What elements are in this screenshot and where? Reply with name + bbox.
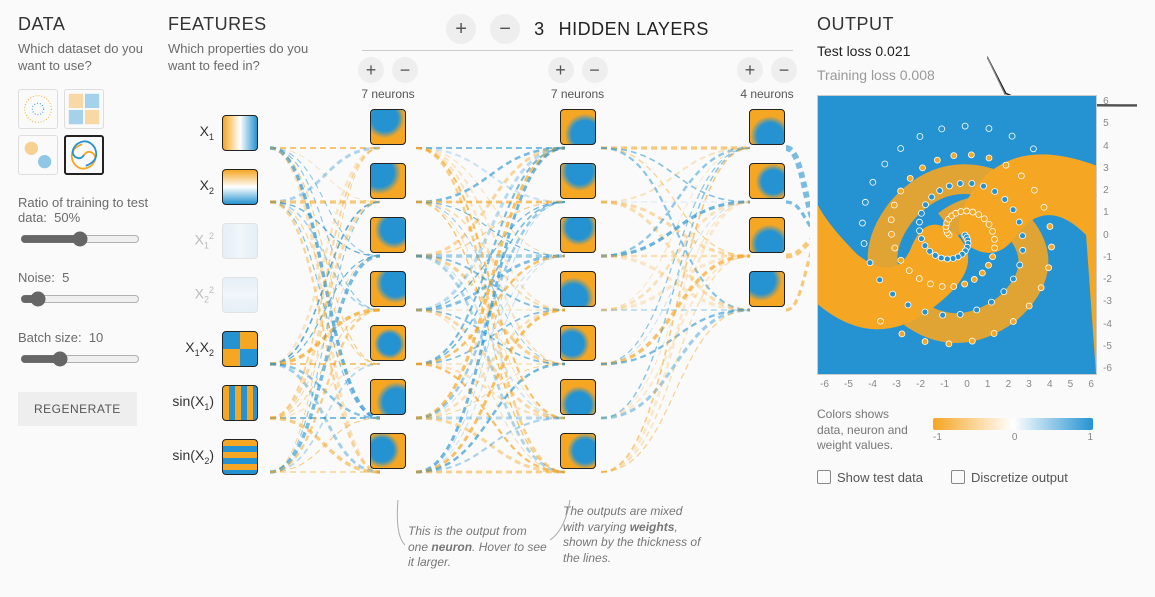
features-list: X1X2X12X22X1X2sin(X1)sin(X2) [168, 115, 338, 475]
feature-5: sin(X1) [168, 385, 338, 421]
hidden-layer-2: +− 4 neurons [737, 57, 797, 469]
color-gradient [933, 418, 1093, 430]
gradient-labels: -101 [933, 432, 1093, 443]
hidden-layers-rule [362, 50, 793, 51]
legend-text: Colors shows data, neuron and weight val… [817, 407, 917, 454]
neuron[interactable] [370, 109, 406, 145]
feature-6: sin(X2) [168, 439, 338, 475]
neuron[interactable] [560, 109, 596, 145]
feature-label: X1X2 [168, 339, 214, 358]
features-title: FEATURES [168, 14, 338, 35]
neuron[interactable] [749, 109, 785, 145]
noise-slider[interactable] [20, 291, 140, 307]
feature-0: X1 [168, 115, 338, 151]
neuron[interactable] [749, 163, 785, 199]
discretize-checkbox[interactable]: Discretize output [951, 470, 1068, 485]
feature-label: X12 [168, 231, 214, 250]
ratio-value: 50% [54, 210, 80, 225]
remove-neuron-button[interactable]: − [392, 57, 418, 83]
layer-caption: 7 neurons [551, 87, 604, 101]
feature-label: sin(X1) [168, 393, 214, 412]
feature-4: X1X2 [168, 331, 338, 367]
feature-node[interactable] [222, 331, 258, 367]
neuron[interactable] [560, 217, 596, 253]
feature-node[interactable] [222, 439, 258, 475]
add-neuron-button[interactable]: + [737, 57, 763, 83]
add-layer-button[interactable]: + [446, 14, 476, 44]
layer-caption: 4 neurons [740, 87, 793, 101]
noise-value: 5 [62, 270, 69, 285]
feature-3: X22 [168, 277, 338, 313]
callout-weights: The outputs are mixed with varying weigh… [563, 504, 703, 566]
hidden-layers-count: 3 [534, 19, 545, 40]
ratio-control: Ratio of training to test data: 50% [18, 195, 168, 250]
neuron[interactable] [370, 433, 406, 469]
dataset-xor[interactable] [64, 89, 104, 129]
feature-node[interactable] [222, 277, 258, 313]
feature-2: X12 [168, 223, 338, 259]
hidden-layers-label: HIDDEN LAYERS [559, 19, 709, 40]
feature-node[interactable] [222, 223, 258, 259]
neuron[interactable] [560, 163, 596, 199]
add-neuron-button[interactable]: + [548, 57, 574, 83]
remove-neuron-button[interactable]: − [771, 57, 797, 83]
dataset-gauss[interactable] [18, 135, 58, 175]
batch-label: Batch size: [18, 330, 82, 345]
feature-label: sin(X2) [168, 447, 214, 466]
noise-control: Noise: 5 [18, 270, 168, 310]
layers-row: +−7 neurons+−7 neurons+−4 neurons [338, 57, 817, 469]
output-title: OUTPUT [817, 14, 1137, 35]
neuron[interactable] [370, 379, 406, 415]
regenerate-button[interactable]: REGENERATE [18, 392, 137, 426]
add-neuron-button[interactable]: + [358, 57, 384, 83]
feature-label: X2 [168, 177, 214, 196]
neuron[interactable] [370, 271, 406, 307]
remove-layer-button[interactable]: − [490, 14, 520, 44]
batch-slider[interactable] [20, 351, 140, 367]
neuron[interactable] [370, 325, 406, 361]
feature-node[interactable] [222, 385, 258, 421]
neuron[interactable] [560, 379, 596, 415]
ratio-label: Ratio of training to test data: [18, 195, 148, 225]
x-axis-ticks: -6-5-4-3-2-10123456 [818, 379, 1096, 390]
feature-node[interactable] [222, 169, 258, 205]
layer-caption: 7 neurons [361, 87, 414, 101]
data-title: DATA [18, 14, 168, 35]
callout-neuron: This is the output from one neuron. Hove… [408, 524, 548, 571]
batch-value: 10 [89, 330, 103, 345]
hidden-layer-0: +− 7 neurons [358, 57, 418, 469]
data-subtitle: Which dataset do you want to use? [18, 41, 168, 75]
feature-label: X22 [168, 285, 214, 304]
batch-control: Batch size: 10 [18, 330, 168, 370]
neuron[interactable] [560, 271, 596, 307]
neuron[interactable] [370, 217, 406, 253]
noise-label: Noise: [18, 270, 55, 285]
remove-neuron-button[interactable]: − [582, 57, 608, 83]
dataset-spiral[interactable] [64, 135, 104, 175]
neuron[interactable] [370, 163, 406, 199]
feature-node[interactable] [222, 115, 258, 151]
neuron[interactable] [560, 433, 596, 469]
y-axis-ticks: 6543210-1-2-3-4-5-6 [1103, 96, 1112, 374]
output-heatmap[interactable]: -6-5-4-3-2-10123456 6543210-1-2-3-4-5-6 [817, 95, 1097, 375]
show-test-checkbox[interactable]: Show test data [817, 470, 923, 485]
feature-label: X1 [168, 123, 214, 142]
ratio-slider[interactable] [20, 231, 140, 247]
hidden-layer-1: +− 7 neurons [548, 57, 608, 469]
dataset-circle[interactable] [18, 89, 58, 129]
neuron[interactable] [749, 271, 785, 307]
neuron[interactable] [749, 217, 785, 253]
features-subtitle: Which properties do you want to feed in? [168, 41, 338, 75]
neuron[interactable] [560, 325, 596, 361]
dataset-grid [18, 89, 168, 175]
feature-1: X2 [168, 169, 338, 205]
